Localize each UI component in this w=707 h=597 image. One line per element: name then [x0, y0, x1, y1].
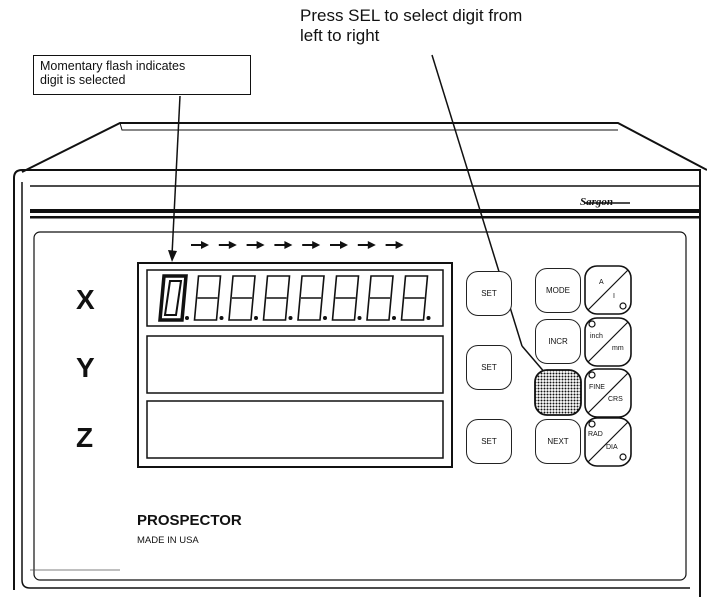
direction-arrow: [218, 241, 237, 249]
toggle-inch-label: inch: [590, 333, 603, 340]
set-button-x[interactable]: SET: [466, 271, 512, 316]
toggle-dia-label: DIA: [606, 444, 618, 451]
axis-label-x: X: [76, 284, 95, 315]
brand-logo: Sargon: [580, 196, 614, 208]
made-in-label: MADE IN USA: [137, 535, 199, 546]
digit-arrows: [191, 241, 404, 249]
flash-leader-line: [171, 95, 181, 256]
flash-callout-box: Momentary flash indicates digit is selec…: [33, 55, 251, 95]
direction-arrow: [330, 241, 348, 249]
toggle-fine-crs-key: [584, 368, 632, 418]
direction-arrow: [246, 241, 265, 249]
toggle-rad-dia-key: [584, 417, 632, 467]
toggle-crs-label: CRS: [608, 396, 623, 403]
direction-arrow: [302, 241, 321, 249]
direction-arrow: [385, 241, 404, 249]
press-sel-annotation: Press SEL to select digit from left to r…: [300, 6, 522, 46]
axis-label-y: Y: [76, 352, 95, 383]
toggle-abs-inc-key: [584, 265, 632, 315]
flash-line1: Momentary flash indicates: [40, 59, 186, 73]
set-button-z[interactable]: SET: [466, 419, 512, 464]
toggle-abs-label: A: [599, 279, 604, 286]
direction-arrow: [274, 241, 293, 249]
model-name: PROSPECTOR: [137, 512, 242, 529]
flash-line2: digit is selected: [40, 73, 126, 87]
mode-button[interactable]: MODE: [535, 268, 581, 313]
next-button[interactable]: NEXT: [535, 419, 581, 464]
housing-stripe: [30, 209, 700, 213]
z-display: [146, 400, 444, 459]
direction-arrow: [191, 241, 209, 249]
x-display: [146, 269, 444, 327]
y-display: [146, 335, 444, 394]
press-sel-line1: Press SEL to select digit from: [300, 6, 523, 25]
set-button-y[interactable]: SET: [466, 345, 512, 390]
toggle-mm-label: mm: [612, 345, 624, 352]
toggle-rad-label: RAD: [588, 431, 603, 438]
toggle-inch-mm-key: [584, 317, 632, 367]
press-sel-line2: left to right: [300, 26, 380, 45]
sel-button[interactable]: [534, 369, 582, 416]
toggle-inc-label: I: [613, 293, 615, 300]
toggle-fine-label: FINE: [589, 384, 605, 391]
incr-button[interactable]: INCR: [535, 319, 581, 364]
direction-arrow: [357, 241, 376, 249]
axis-label-z: Z: [76, 422, 94, 453]
